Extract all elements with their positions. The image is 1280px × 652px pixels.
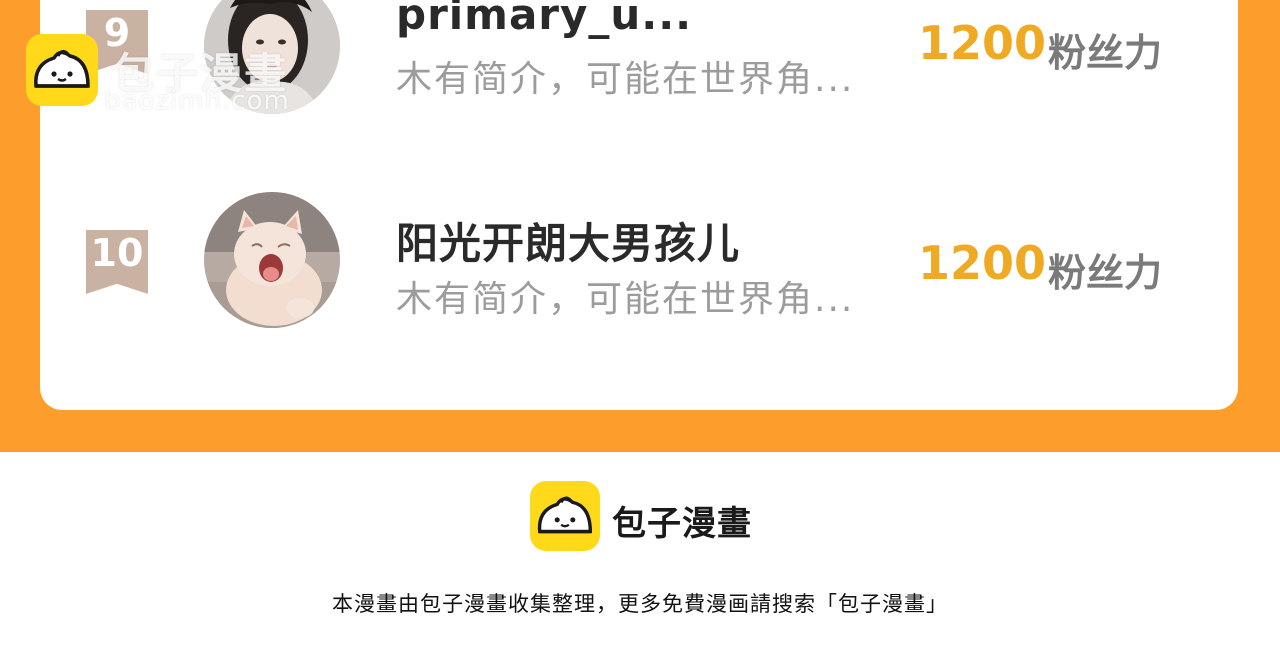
fans-unit: 粉丝力	[1048, 31, 1163, 75]
fans-unit: 粉丝力	[1048, 251, 1163, 295]
yawning-cat-avatar[interactable]	[204, 192, 340, 328]
user-name[interactable]: 阳光开朗大男孩儿	[396, 210, 740, 271]
user-name[interactable]: primary_u...	[396, 0, 692, 39]
user-intro: 木有简介，可能在世界角...	[396, 279, 855, 320]
bun-logo-icon	[530, 481, 600, 551]
rank-badge: 10	[86, 230, 148, 294]
fans-value: 1200	[918, 16, 1047, 70]
fans-value: 1200	[918, 236, 1047, 290]
bun-logo-icon	[26, 34, 98, 106]
footer-brand: 包子漫畫	[612, 504, 752, 544]
footer-note: 本漫畫由包子漫畫收集整理，更多免費漫画請搜索「包子漫畫」	[332, 592, 948, 616]
rank-number: 10	[90, 231, 144, 275]
ranking-row-10[interactable]: 10 阳光开朗大男孩儿 木有简介，可能在世界角... 1200 粉丝力	[40, 190, 1238, 330]
watermark-url: baozimh.com	[104, 86, 290, 116]
user-intro: 木有简介，可能在世界角...	[396, 59, 855, 100]
